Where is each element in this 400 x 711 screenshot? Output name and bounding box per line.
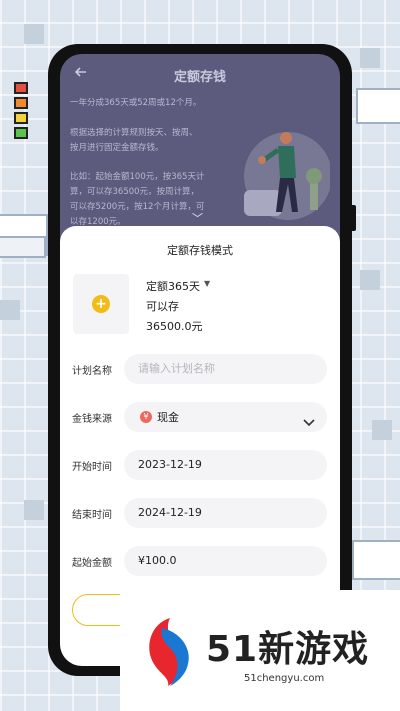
end-date-label: 结束时间 [72, 510, 112, 521]
chevron-down-icon[interactable]: ﹀ [192, 210, 203, 226]
intro-line: 比如：起始金额100元，按365天计 [70, 172, 205, 182]
intro-line: 算，可以存36500元，按周计算， [70, 187, 200, 197]
cloud-decoration [0, 236, 46, 258]
source-select[interactable] [124, 402, 327, 432]
source-value: 现金 [157, 411, 179, 424]
watermark-text: 51新游戏 [206, 629, 370, 670]
bg-tile [24, 500, 44, 520]
cloud-decoration [356, 88, 400, 124]
add-image-button[interactable]: + [73, 274, 129, 334]
intro-line: 根据选择的计算规则按天、按周、 [70, 128, 198, 138]
start-date-label: 开始时间 [72, 462, 112, 473]
intro-line: 按月进行固定金额存钱。 [70, 143, 164, 153]
start-date-field[interactable]: 2023-12-19 [124, 450, 327, 480]
bg-tile [372, 420, 392, 440]
sheet-title: 定额存钱模式 [167, 244, 233, 257]
bg-tile [24, 24, 44, 44]
start-amount-label: 起始金额 [72, 558, 112, 569]
pixel-dot-green [14, 127, 28, 139]
intro-line: 可以存5200元，按12个月计算，可 [70, 202, 205, 212]
intro-line: 一年分成365天或52周或12个月。 [70, 98, 202, 108]
source-label: 金钱来源 [72, 414, 112, 425]
bg-tile [360, 48, 380, 68]
caret-down-icon[interactable]: ▼ [204, 279, 210, 288]
bg-tile [360, 270, 380, 290]
plan-name-label: 计划名称 [72, 366, 112, 377]
end-date-field[interactable]: 2024-12-19 [124, 498, 327, 528]
app-screen: 定额存钱 一年分成365天或52周或12个月。 根据选择的计算规则按天、按周、 … [60, 54, 340, 666]
cash-icon: ¥ [140, 411, 152, 423]
top-bar: 定额存钱 [60, 54, 340, 94]
plus-icon: + [92, 295, 110, 313]
bg-tile [0, 300, 20, 320]
mode-selector[interactable]: 定额365天 [146, 278, 200, 294]
total-amount: 36500.0元 [146, 320, 203, 333]
can-save-label: 可以存 [146, 300, 179, 313]
watermark-url: 51chengyu.com [244, 673, 325, 684]
cloud-decoration [352, 540, 400, 580]
phone-side-button [350, 205, 356, 231]
plan-name-input[interactable]: 请输入计划名称 [124, 354, 327, 384]
watermark-logo-icon [140, 614, 202, 690]
pixel-dot-red [14, 82, 28, 94]
pixel-dot-orange [14, 97, 28, 109]
page-title: 定额存钱 [173, 70, 226, 85]
pixel-dot-yellow [14, 112, 28, 124]
start-amount-field[interactable]: ¥100.0 [124, 546, 327, 576]
person-illustration [238, 120, 332, 230]
chevron-down-icon[interactable] [302, 413, 316, 427]
